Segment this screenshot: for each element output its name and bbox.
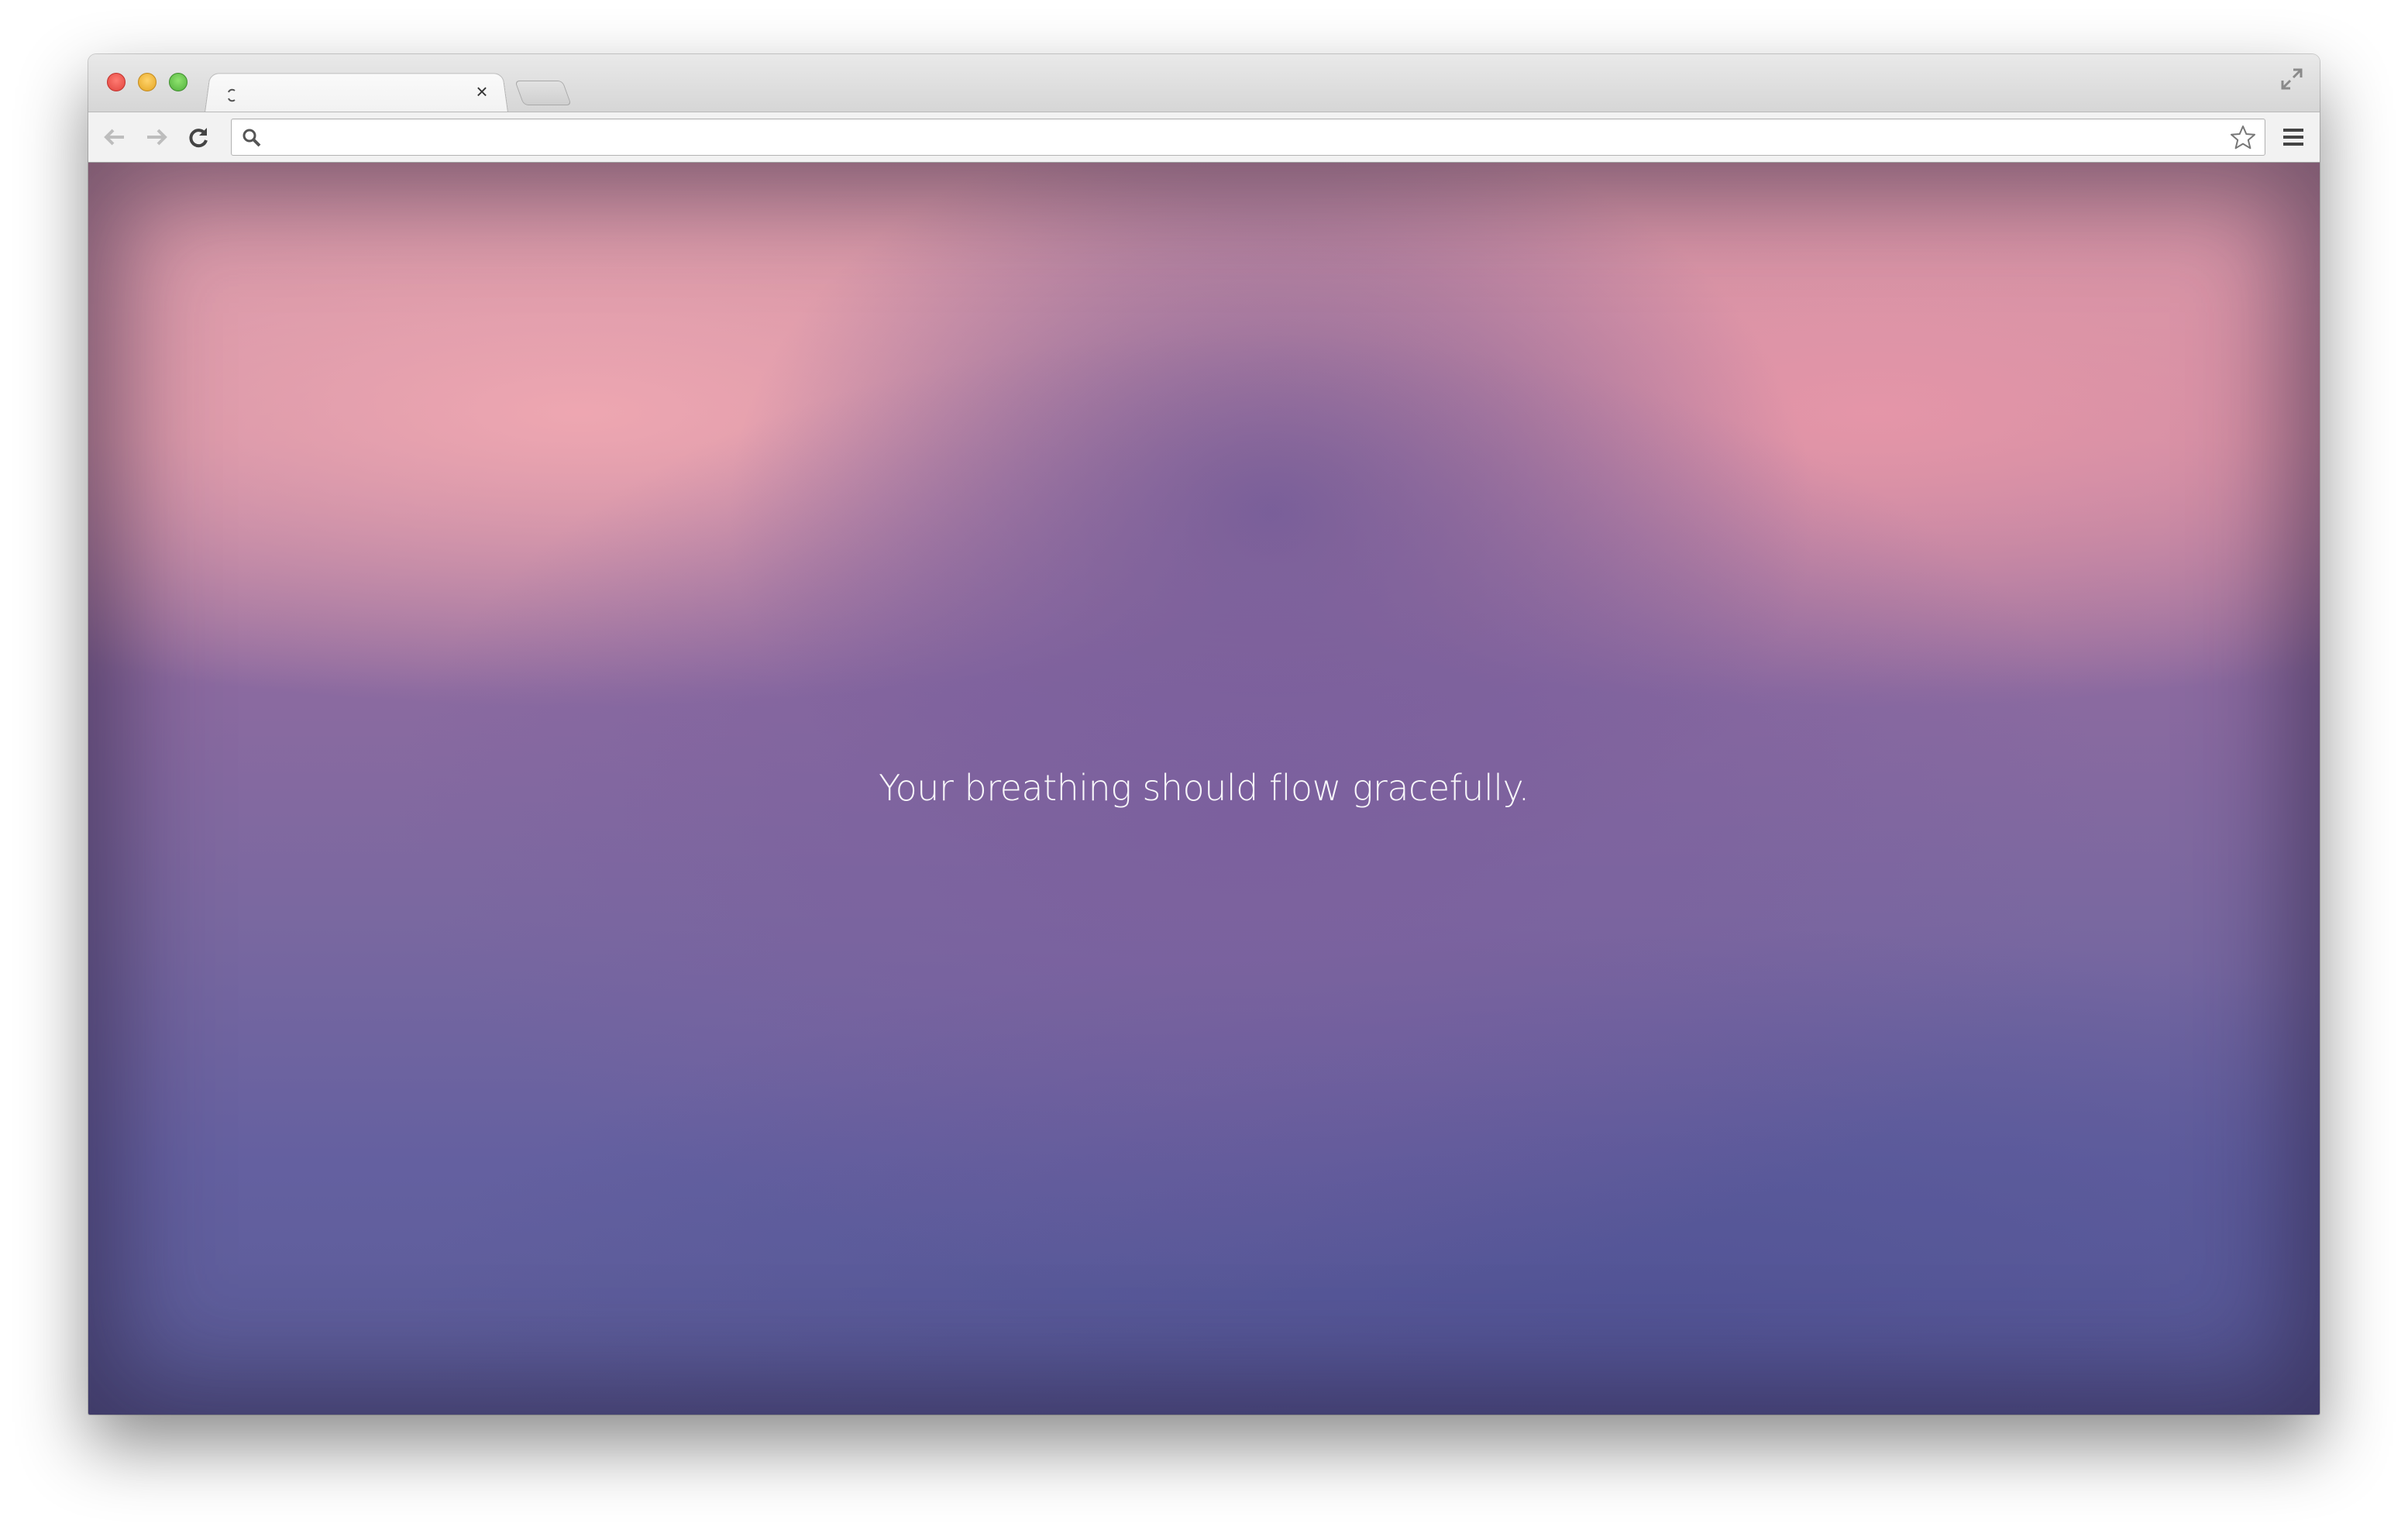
forward-arrow-icon[interactable] bbox=[143, 123, 170, 151]
breathing-message: Your breathing should flow gracefully. bbox=[879, 767, 1529, 809]
window-zoom-button[interactable] bbox=[169, 73, 187, 91]
active-tab[interactable]: × bbox=[205, 71, 507, 112]
hamburger-menu-icon[interactable] bbox=[2281, 125, 2306, 150]
omnibox[interactable] bbox=[231, 119, 2265, 156]
window-minimize-button[interactable] bbox=[138, 73, 157, 91]
desktop: × Your breathing should flow gracefully. bbox=[0, 0, 2408, 1537]
back-arrow-icon[interactable] bbox=[101, 123, 129, 151]
browser-window: × Your breathing should flow gracefully. bbox=[88, 54, 2320, 1415]
fullscreen-icon[interactable] bbox=[2279, 67, 2304, 91]
loading-spinner-icon bbox=[226, 87, 237, 102]
search-icon bbox=[241, 127, 263, 149]
browser-toolbar bbox=[88, 112, 2320, 163]
tab-strip: × bbox=[88, 54, 2320, 112]
page-content: Your breathing should flow gracefully. bbox=[88, 163, 2320, 1415]
star-icon[interactable] bbox=[2229, 124, 2257, 152]
tab-close-icon[interactable]: × bbox=[473, 81, 491, 101]
window-close-button[interactable] bbox=[107, 73, 126, 91]
address-input[interactable] bbox=[272, 122, 2212, 153]
reload-icon[interactable] bbox=[184, 123, 212, 151]
new-tab-button[interactable] bbox=[514, 81, 572, 105]
